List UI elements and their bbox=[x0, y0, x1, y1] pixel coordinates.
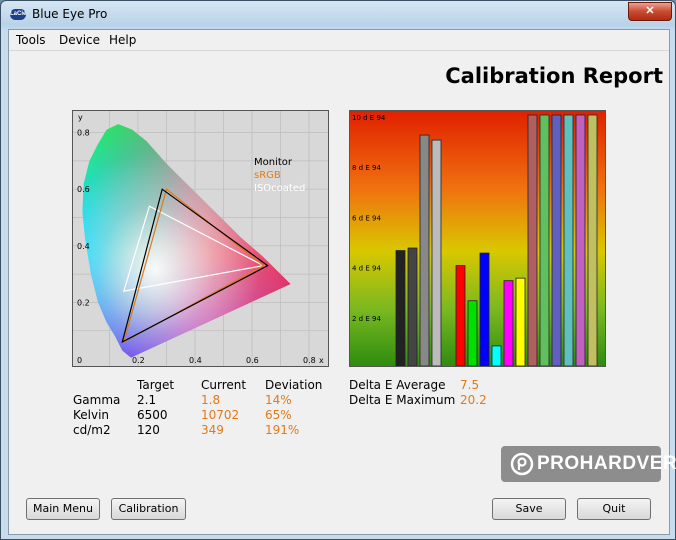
delta-e-bar bbox=[419, 134, 430, 366]
main-menu-button[interactable]: Main Menu bbox=[26, 498, 100, 520]
report-title: Calibration Report bbox=[445, 64, 663, 88]
cie-y-tick-label: 0.8 bbox=[77, 129, 90, 138]
quit-button[interactable]: Quit bbox=[577, 498, 651, 520]
luminance-current: 349 bbox=[201, 423, 224, 437]
kelvin-deviation: 65% bbox=[265, 408, 292, 422]
delta-e-bar bbox=[527, 114, 538, 366]
delta-e-tick-label: 2 d E 94 bbox=[352, 315, 381, 323]
delta-e-bar bbox=[503, 280, 514, 366]
x-axis-label: x bbox=[319, 356, 324, 365]
delta-e-bar bbox=[431, 139, 442, 366]
menu-bar: Tools Device Help bbox=[9, 30, 669, 51]
y-axis-label: y bbox=[78, 113, 83, 122]
delta-e-bar-chart: 10 d E 94 8 d E 94 6 d E 94 4 d E 94 2 d E 9… bbox=[349, 110, 606, 367]
delta-e-maximum-value: 20.2 bbox=[460, 393, 487, 407]
header-target: Target bbox=[137, 378, 175, 392]
prohardver-logo-icon bbox=[510, 452, 534, 476]
menu-device[interactable]: Device bbox=[59, 33, 100, 47]
kelvin-target: 6500 bbox=[137, 408, 168, 422]
delta-e-tick-label: 10 d E 94 bbox=[352, 114, 386, 122]
client-area: Tools Device Help Calibration Report y x… bbox=[8, 29, 676, 535]
delta-e-tick-label: 4 d E 94 bbox=[352, 265, 381, 273]
delta-e-bar bbox=[395, 250, 406, 366]
app-logo-icon: LaCie bbox=[10, 9, 26, 20]
delta-e-average-label: Delta E Average bbox=[349, 378, 446, 392]
menu-tools[interactable]: Tools bbox=[16, 33, 46, 47]
header-current: Current bbox=[201, 378, 247, 392]
gamma-target: 2.1 bbox=[137, 393, 157, 407]
header-deviation: Deviation bbox=[265, 378, 323, 392]
row-label-gamma: Gamma bbox=[73, 393, 121, 407]
calibration-button[interactable]: Calibration bbox=[111, 498, 186, 520]
delta-e-bar bbox=[515, 277, 526, 366]
cie-x-tick-label: 0.2 bbox=[132, 356, 145, 365]
delta-e-bar bbox=[563, 114, 574, 366]
cie-chromaticity-chart: y x 0.8 0.6 0.4 0.2 0 0.2 0.4 0.6 0.8 Monitor sR… bbox=[72, 110, 329, 367]
cie-y-tick-label: 0 bbox=[77, 356, 82, 365]
delta-e-bar bbox=[539, 114, 550, 366]
luminance-deviation: 191% bbox=[265, 423, 300, 437]
row-label-luminance: cd/m2 bbox=[73, 423, 111, 437]
watermark-text: PROHARDVER! bbox=[537, 453, 676, 474]
app-window: LaCie Blue Eye Pro ✕ Tools Device Help C… bbox=[0, 0, 676, 540]
kelvin-current: 10702 bbox=[201, 408, 240, 422]
delta-e-bar bbox=[551, 114, 562, 366]
gamma-deviation: 14% bbox=[265, 393, 292, 407]
cie-x-tick-label: 0.6 bbox=[246, 356, 259, 365]
row-label-kelvin: Kelvin bbox=[73, 408, 110, 422]
delta-e-tick-label: 8 d E 94 bbox=[352, 164, 381, 172]
delta-e-maximum-label: Delta E Maximum bbox=[349, 393, 456, 407]
delta-e-bar bbox=[455, 265, 466, 366]
delta-e-bar bbox=[587, 114, 598, 366]
cie-y-tick-label: 0.6 bbox=[77, 185, 90, 194]
delta-e-bar bbox=[491, 345, 502, 366]
cie-y-tick-label: 0.4 bbox=[77, 242, 90, 251]
close-button[interactable]: ✕ bbox=[628, 2, 672, 21]
delta-e-average-value: 7.5 bbox=[460, 378, 480, 392]
legend-isocoated: ISOcoated bbox=[254, 183, 305, 194]
delta-e-bar bbox=[467, 300, 478, 366]
delta-e-tick-label: 6 d E 94 bbox=[352, 214, 381, 222]
delta-e-bar bbox=[575, 114, 586, 366]
title-bar[interactable]: LaCie Blue Eye Pro ✕ bbox=[1, 1, 675, 29]
cie-x-tick-label: 0.4 bbox=[189, 356, 202, 365]
legend-srgb: sRGB bbox=[254, 170, 281, 181]
cie-y-tick-label: 0.2 bbox=[77, 298, 90, 307]
save-button[interactable]: Save bbox=[492, 498, 566, 520]
window-title: Blue Eye Pro bbox=[32, 7, 108, 21]
delta-e-bar bbox=[479, 252, 490, 366]
legend-monitor: Monitor bbox=[254, 157, 293, 168]
luminance-target: 120 bbox=[137, 423, 160, 437]
cie-x-tick-label: 0.8 bbox=[303, 356, 316, 365]
gamma-current: 1.8 bbox=[201, 393, 221, 407]
menu-help[interactable]: Help bbox=[109, 33, 136, 47]
delta-e-bar bbox=[407, 247, 418, 366]
prohardver-watermark: PROHARDVER! bbox=[501, 446, 676, 482]
